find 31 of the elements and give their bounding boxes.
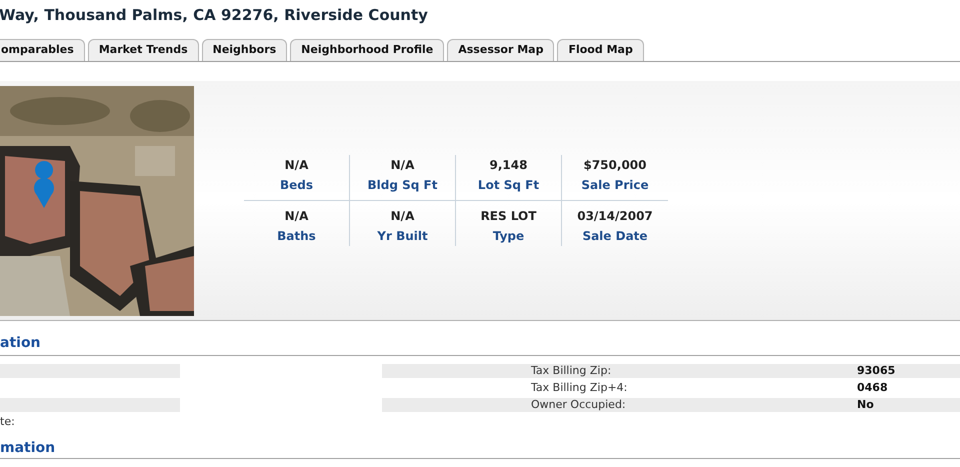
- tab[interactable]: omparables: [0, 39, 85, 61]
- field-value: 93065: [857, 362, 896, 379]
- stat-label: Bldg Sq Ft: [368, 178, 438, 192]
- field-value: No: [857, 396, 874, 413]
- tab[interactable]: Assessor Map: [447, 39, 554, 61]
- field-label: Owner Occupied:: [531, 396, 627, 413]
- tab[interactable]: Flood Map: [557, 39, 644, 61]
- stat-label: Type: [492, 229, 524, 243]
- stat-value: $750,000: [583, 158, 646, 172]
- stat-value: RES LOT: [480, 209, 536, 223]
- stat-value: 9,148: [490, 158, 528, 172]
- tab[interactable]: Market Trends: [88, 39, 199, 61]
- tab[interactable]: Neighbors: [202, 39, 288, 61]
- stat-value: N/A: [390, 158, 414, 172]
- stat-value: N/A: [390, 209, 414, 223]
- stat-label: Yr Built: [377, 229, 428, 243]
- stat-label: Sale Date: [582, 229, 648, 243]
- stat-label: Beds: [280, 178, 314, 192]
- field-label: te:: [0, 414, 15, 430]
- tab[interactable]: Neighborhood Profile: [290, 39, 444, 61]
- stat-value: N/A: [284, 209, 308, 223]
- stat-value: N/A: [284, 158, 308, 172]
- section-heading: ation: [0, 335, 41, 351]
- field-value: 0468: [857, 380, 888, 396]
- stat-value: 03/14/2007: [577, 209, 653, 223]
- section-heading: mation: [0, 440, 56, 456]
- field-label: Tax Billing Zip:: [531, 362, 612, 379]
- stat-label: Baths: [277, 229, 316, 243]
- stat-label: Sale Price: [581, 178, 649, 192]
- stat-label: Lot Sq Ft: [478, 178, 540, 192]
- field-label: Tax Billing Zip+4:: [531, 380, 628, 396]
